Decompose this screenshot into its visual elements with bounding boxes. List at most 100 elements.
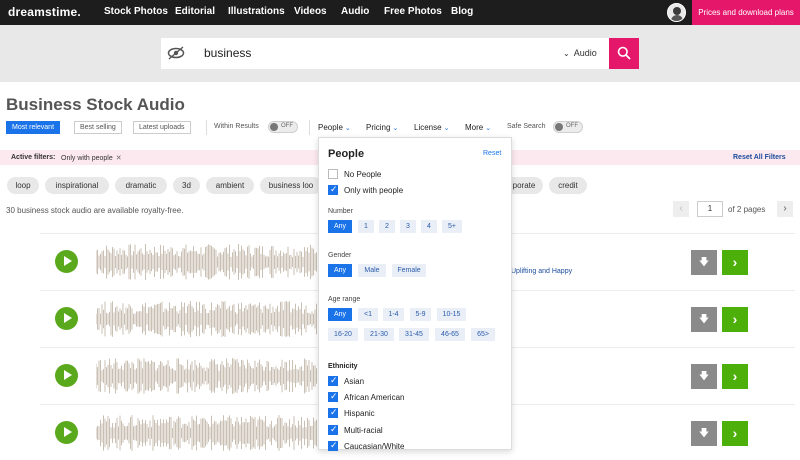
chevron-down-icon: ⌄ bbox=[443, 125, 450, 132]
gender-male[interactable]: Male bbox=[358, 264, 386, 277]
search-box: business ⌄ Audio bbox=[161, 38, 609, 69]
chevron-down-icon: ⌄ bbox=[563, 49, 570, 58]
pager-next-button[interactable]: › bbox=[777, 201, 793, 217]
close-icon[interactable]: ✕ bbox=[116, 155, 122, 162]
search-band: business ⌄ Audio bbox=[0, 25, 800, 82]
download-icon[interactable] bbox=[691, 250, 717, 275]
top-navigation-bar: dreamstime. Stock Photos Editorial Illus… bbox=[0, 0, 800, 25]
nav-videos[interactable]: Videos bbox=[294, 6, 327, 17]
number-1[interactable]: 1 bbox=[358, 220, 374, 233]
checkbox-no-people[interactable]: No People bbox=[328, 169, 381, 179]
gender-any[interactable]: Any bbox=[328, 264, 352, 277]
pager-prev-button[interactable]: ‹ bbox=[673, 201, 689, 217]
checkbox-multi-racial[interactable]: Multi-racial bbox=[328, 424, 383, 435]
nav-blog[interactable]: Blog bbox=[451, 6, 473, 17]
tag-loop[interactable]: loop bbox=[7, 177, 39, 194]
active-filters-label: Active filters: bbox=[11, 154, 56, 161]
age-10-15[interactable]: 10-15 bbox=[437, 308, 466, 321]
age-under-1[interactable]: <1 bbox=[358, 308, 378, 321]
number-any[interactable]: Any bbox=[328, 220, 352, 233]
tag-ambient[interactable]: ambient bbox=[206, 177, 254, 194]
age-65-plus[interactable]: 65> bbox=[471, 328, 495, 341]
sort-latest-uploads[interactable]: Latest uploads bbox=[133, 121, 191, 134]
user-avatar[interactable] bbox=[667, 3, 686, 22]
within-results-label: Within Results bbox=[214, 123, 259, 130]
waveform[interactable] bbox=[96, 242, 318, 282]
number-3[interactable]: 3 bbox=[400, 220, 416, 233]
checkbox-asian[interactable]: Asian bbox=[328, 375, 364, 386]
checkbox-african-american[interactable]: African American bbox=[328, 391, 404, 402]
filter-more-dropdown[interactable]: More ⌄ bbox=[465, 123, 491, 132]
track-title[interactable]: Uplifting and Happy bbox=[511, 268, 572, 275]
tag-3d[interactable]: 3d bbox=[173, 177, 200, 194]
download-icon[interactable] bbox=[691, 364, 717, 389]
waveform[interactable] bbox=[96, 356, 318, 396]
chevron-right-icon[interactable]: › bbox=[722, 364, 748, 389]
search-input[interactable]: business bbox=[204, 46, 251, 60]
media-type-label: Audio bbox=[573, 48, 597, 58]
chevron-down-icon: ⌄ bbox=[392, 125, 399, 132]
panel-title: People bbox=[328, 148, 365, 160]
download-icon[interactable] bbox=[691, 307, 717, 332]
chevron-right-icon[interactable]: › bbox=[722, 307, 748, 332]
age-any[interactable]: Any bbox=[328, 308, 352, 321]
number-5plus[interactable]: 5+ bbox=[442, 220, 462, 233]
nav-audio[interactable]: Audio bbox=[341, 6, 369, 17]
play-icon[interactable] bbox=[55, 364, 78, 387]
number-2[interactable]: 2 bbox=[379, 220, 395, 233]
age-16-20[interactable]: 16-20 bbox=[328, 328, 358, 341]
filter-license-dropdown[interactable]: License ⌄ bbox=[414, 123, 449, 132]
toolbar-divider bbox=[206, 120, 207, 135]
waveform[interactable] bbox=[96, 299, 318, 339]
chevron-down-icon: ⌄ bbox=[344, 125, 351, 132]
safe-search-toggle[interactable]: OFF bbox=[553, 121, 583, 133]
tag-credit[interactable]: credit bbox=[549, 177, 587, 194]
sort-most-relevant[interactable]: Most relevant bbox=[6, 121, 61, 134]
page-number-input[interactable]: 1 bbox=[697, 201, 723, 217]
ethnicity-label: Ethnicity bbox=[328, 363, 358, 370]
age-1-4[interactable]: 1-4 bbox=[383, 308, 404, 321]
people-filter-panel: People Reset No People Only with people … bbox=[318, 137, 512, 451]
play-icon[interactable] bbox=[55, 250, 78, 273]
number-4[interactable]: 4 bbox=[421, 220, 437, 233]
page-total: of 2 pages bbox=[728, 205, 766, 214]
results-count: 30 business stock audio are available ro… bbox=[6, 206, 184, 215]
active-filter-chip[interactable]: Only with people ✕ bbox=[61, 154, 122, 162]
reset-all-filters-link[interactable]: Reset All Filters bbox=[733, 154, 786, 161]
gender-label: Gender bbox=[328, 252, 352, 259]
prices-plans-button[interactable]: Prices and download plans bbox=[692, 0, 800, 25]
within-results-toggle[interactable]: OFF bbox=[268, 121, 298, 133]
tag-business-loop[interactable]: business loo bbox=[260, 177, 322, 194]
checkbox-hispanic[interactable]: Hispanic bbox=[328, 407, 375, 418]
tag-inspirational[interactable]: inspirational bbox=[45, 177, 109, 194]
nav-free-photos[interactable]: Free Photos bbox=[384, 6, 442, 17]
age-21-30[interactable]: 21-30 bbox=[364, 328, 394, 341]
search-icon bbox=[617, 46, 631, 60]
page-title: Business Stock Audio bbox=[6, 95, 185, 114]
nav-editorial[interactable]: Editorial bbox=[175, 6, 215, 17]
search-button[interactable] bbox=[609, 38, 639, 69]
chevron-right-icon[interactable]: › bbox=[722, 421, 748, 446]
media-type-dropdown[interactable]: ⌄ Audio bbox=[563, 48, 597, 58]
gender-female[interactable]: Female bbox=[392, 264, 426, 277]
checkbox-only-with-people[interactable]: Only with people bbox=[328, 184, 403, 195]
tag-dramatic[interactable]: dramatic bbox=[115, 177, 167, 194]
eye-icon[interactable] bbox=[167, 45, 185, 61]
waveform[interactable] bbox=[96, 413, 318, 453]
filter-people-dropdown[interactable]: People ⌄ bbox=[318, 123, 351, 132]
nav-stock-photos[interactable]: Stock Photos bbox=[104, 6, 168, 17]
dreamstime-logo[interactable]: dreamstime. bbox=[8, 5, 81, 19]
download-icon[interactable] bbox=[691, 421, 717, 446]
panel-reset-link[interactable]: Reset bbox=[483, 150, 501, 157]
sort-best-selling[interactable]: Best selling bbox=[74, 121, 122, 134]
age-5-9[interactable]: 5-9 bbox=[410, 308, 431, 321]
filter-pricing-dropdown[interactable]: Pricing ⌄ bbox=[366, 123, 398, 132]
nav-illustrations[interactable]: Illustrations bbox=[228, 6, 285, 17]
chevron-right-icon[interactable]: › bbox=[722, 250, 748, 275]
age-31-45[interactable]: 31-45 bbox=[399, 328, 429, 341]
age-range-label: Age range bbox=[328, 296, 361, 303]
number-label: Number bbox=[328, 208, 353, 215]
age-46-65[interactable]: 46-65 bbox=[435, 328, 465, 341]
play-icon[interactable] bbox=[55, 307, 78, 330]
play-icon[interactable] bbox=[55, 421, 78, 444]
